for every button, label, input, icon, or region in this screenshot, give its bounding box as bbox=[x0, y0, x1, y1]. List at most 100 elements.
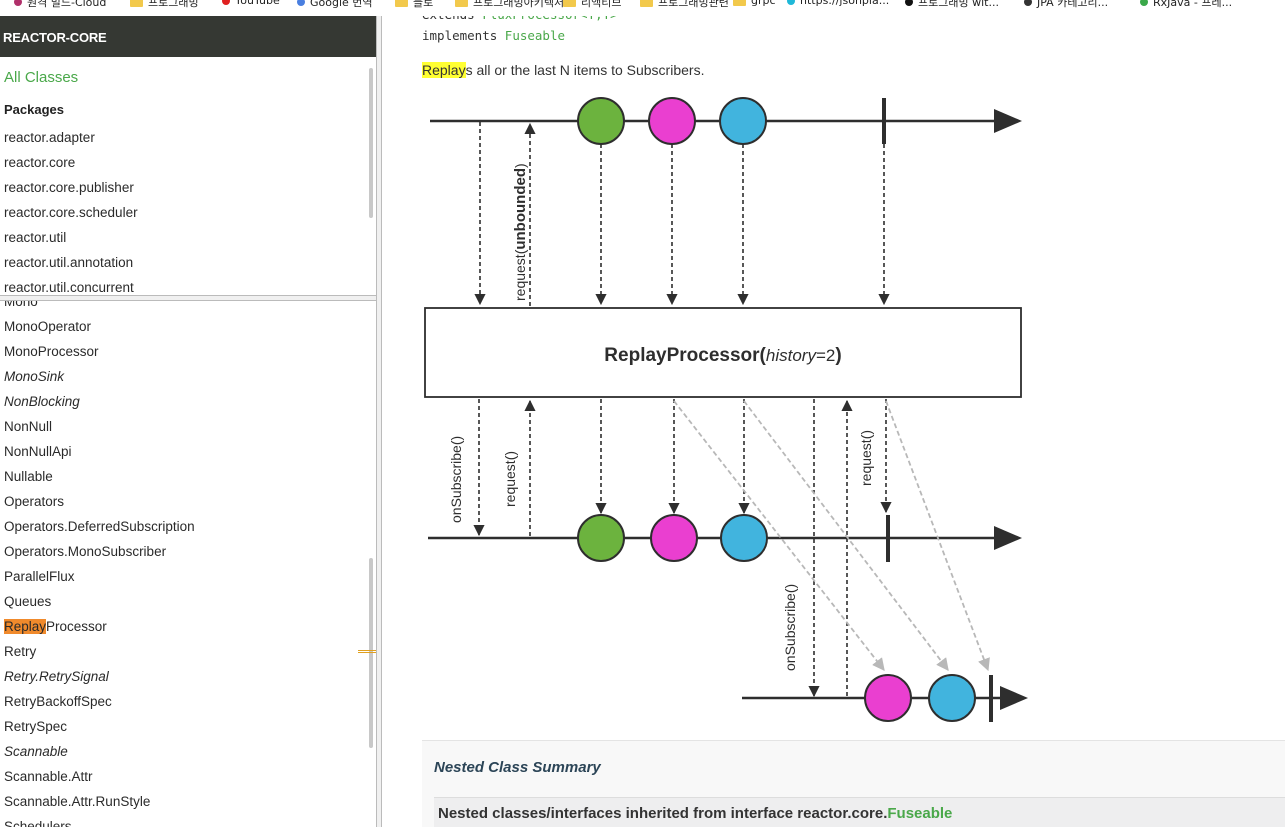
site-favicon-icon bbox=[1140, 0, 1148, 6]
class-link[interactable]: MonoSink bbox=[4, 368, 195, 393]
source-timeline-arrowhead bbox=[994, 109, 1022, 133]
packages-title: Packages bbox=[4, 102, 64, 117]
bookmark-label: 프로그래밍관련 bbox=[658, 0, 729, 9]
package-link[interactable]: reactor.util bbox=[4, 229, 138, 254]
inherited-nested-classes-header: Nested classes/interfaces inherited from… bbox=[434, 797, 1285, 827]
subscriber2-marble-blue bbox=[928, 674, 976, 722]
library-header: REACTOR-CORE bbox=[0, 16, 376, 57]
class-link[interactable]: Queues bbox=[4, 593, 195, 618]
class-link[interactable]: NonBlocking bbox=[4, 393, 195, 418]
bookmark-item[interactable]: 프로그래밍관련 bbox=[640, 0, 729, 10]
replay-blue-arrow bbox=[743, 400, 949, 672]
folder-icon bbox=[130, 0, 143, 7]
package-link[interactable]: reactor.core.scheduler bbox=[4, 204, 138, 229]
bookmark-label: RxJava - 프레... bbox=[1153, 0, 1233, 9]
bookmark-label: Google 번역 bbox=[310, 0, 373, 9]
class-link[interactable]: ReplayProcessor bbox=[4, 618, 195, 643]
package-link[interactable]: reactor.util.concurrent bbox=[4, 279, 138, 295]
bookmark-item[interactable]: 프로그래밍아키텍처 bbox=[455, 0, 564, 10]
site-favicon-icon bbox=[905, 0, 913, 6]
class-link[interactable]: RetryBackoffSpec bbox=[4, 693, 195, 718]
class-link[interactable]: Scannable.Attr.RunStyle bbox=[4, 793, 195, 818]
folder-icon bbox=[640, 0, 653, 7]
bookmark-label: 프로그래밍 bbox=[148, 0, 199, 9]
site-favicon-icon bbox=[14, 0, 22, 6]
replay-complete-arrow bbox=[885, 400, 990, 672]
folder-icon bbox=[395, 0, 408, 7]
class-documentation: extends FluxProcessor<T,T> implements Fu… bbox=[382, 16, 1285, 827]
inherited-nested-classes-text: Nested classes/interfaces inherited from… bbox=[438, 805, 888, 822]
class-link[interactable]: Mono bbox=[4, 301, 195, 318]
bookmark-item[interactable]: 리액티브 bbox=[563, 0, 621, 10]
folder-icon bbox=[733, 0, 746, 6]
packages-frame: All Classes Packages reactor.adapter reac… bbox=[0, 57, 376, 295]
bookmark-label: YouTube bbox=[235, 0, 280, 7]
replay-magenta-arrow bbox=[673, 400, 885, 671]
bookmark-item[interactable]: 프로그래밍 bbox=[130, 0, 199, 10]
bookmark-item[interactable]: grpc bbox=[733, 0, 776, 7]
class-list: Mono MonoOperator MonoProcessor MonoSink Non… bbox=[4, 301, 195, 827]
package-link[interactable]: reactor.core.publisher bbox=[4, 179, 138, 204]
bookmark-label: 원격 빌드-Cloud bbox=[27, 0, 107, 9]
folder-icon bbox=[563, 0, 576, 7]
folder-icon bbox=[455, 0, 468, 7]
subscriber1-marble-magenta bbox=[650, 514, 698, 562]
bookmark-item[interactable]: https://jsonpla... bbox=[787, 0, 889, 7]
source-marble-green bbox=[577, 97, 625, 145]
class-link[interactable]: Retry bbox=[4, 643, 195, 668]
replay-processor-label: ReplayProcessor(history=2) bbox=[604, 345, 841, 366]
class-link[interactable]: NonNullApi bbox=[4, 443, 195, 468]
subscriber2-timeline-arrowhead bbox=[1000, 686, 1028, 710]
class-link[interactable]: Scannable bbox=[4, 743, 195, 768]
packages-scrollbar[interactable] bbox=[369, 68, 373, 218]
bookmark-item[interactable]: 프로그래밍 wit... bbox=[905, 0, 999, 10]
source-marble-magenta bbox=[648, 97, 696, 145]
package-link[interactable]: reactor.core bbox=[4, 154, 138, 179]
class-link[interactable]: ParallelFlux bbox=[4, 568, 195, 593]
bookmark-label: 리액티브 bbox=[581, 0, 622, 9]
class-link[interactable]: RetrySpec bbox=[4, 718, 195, 743]
class-link[interactable]: NonNull bbox=[4, 418, 195, 443]
class-link[interactable]: Scannable.Attr bbox=[4, 768, 195, 793]
class-link[interactable]: Operators.DeferredSubscription bbox=[4, 518, 195, 543]
bookmark-item[interactable]: JPA 카테고리... bbox=[1024, 0, 1108, 10]
bookmark-label: 프로그래밍 wit... bbox=[918, 0, 999, 9]
class-link[interactable]: MonoProcessor bbox=[4, 343, 195, 368]
left-navigation: REACTOR-CORE All Classes Packages reacto… bbox=[0, 16, 376, 827]
bookmark-label: JPA 카테고리... bbox=[1037, 0, 1109, 9]
all-classes-link[interactable]: All Classes bbox=[4, 69, 78, 86]
class-link[interactable]: Nullable bbox=[4, 468, 195, 493]
class-link[interactable]: Operators.MonoSubscriber bbox=[4, 543, 195, 568]
fuseable-interface-link[interactable]: Fuseable bbox=[887, 805, 952, 822]
marble-diagram: request(unbounded) ReplayProcessor(histo… bbox=[424, 97, 1028, 722]
bookmark-label: 프로그래밍아키텍처 bbox=[473, 0, 565, 9]
class-link[interactable]: Operators bbox=[4, 493, 195, 518]
bookmark-item[interactable]: 블로 bbox=[395, 0, 433, 10]
classes-frame: Mono MonoOperator MonoProcessor MonoSink Non… bbox=[0, 301, 376, 827]
bookmark-label: grpc bbox=[751, 0, 776, 7]
nested-class-summary: Nested Class Summary Nested classes/inte… bbox=[422, 740, 1285, 827]
package-link[interactable]: reactor.adapter bbox=[4, 129, 138, 154]
subscriber1-marble-blue bbox=[720, 514, 768, 562]
nested-class-summary-title: Nested Class Summary bbox=[434, 759, 601, 776]
subscriber1-marble-green bbox=[577, 514, 625, 562]
bookmark-item[interactable]: YouTube bbox=[222, 0, 280, 7]
bookmark-item[interactable]: 원격 빌드-Cloud bbox=[14, 0, 106, 10]
site-favicon-icon bbox=[1024, 0, 1032, 6]
class-link[interactable]: Retry.RetrySignal bbox=[4, 668, 195, 693]
request-label-2: request() bbox=[858, 430, 874, 486]
bookmark-item[interactable]: RxJava - 프레... bbox=[1140, 0, 1232, 10]
source-marble-blue bbox=[719, 97, 767, 145]
bookmark-label: https://jsonpla... bbox=[800, 0, 890, 7]
find-result-marker bbox=[358, 650, 376, 653]
bookmark-item[interactable]: Google 번역 bbox=[297, 0, 373, 10]
package-link[interactable]: reactor.util.annotation bbox=[4, 254, 138, 279]
site-favicon-icon bbox=[222, 0, 230, 5]
request-unbounded-label: request(unbounded) bbox=[512, 163, 529, 301]
site-favicon-icon bbox=[297, 0, 305, 6]
package-list: reactor.adapter reactor.core reactor.core.… bbox=[4, 129, 138, 295]
classes-scrollbar[interactable] bbox=[369, 558, 373, 748]
class-link[interactable]: Schedulers bbox=[4, 818, 195, 827]
class-link[interactable]: MonoOperator bbox=[4, 318, 195, 343]
site-favicon-icon bbox=[787, 0, 795, 5]
